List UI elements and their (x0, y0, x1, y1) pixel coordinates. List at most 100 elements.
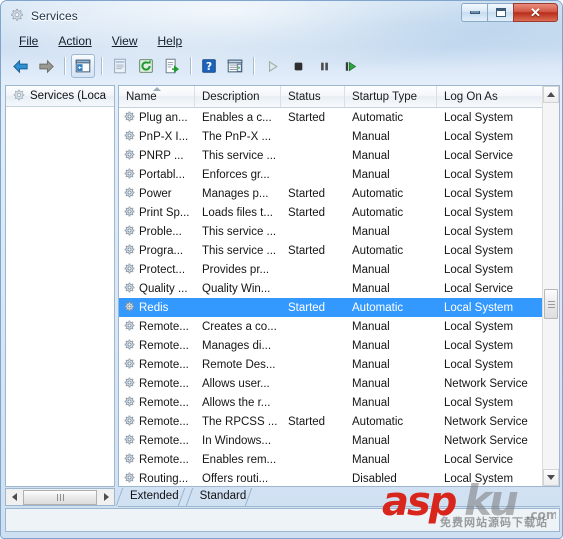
menu-help[interactable]: Help (150, 33, 193, 50)
show-action-pane-icon[interactable] (223, 54, 247, 78)
scroll-thumb[interactable] (544, 289, 558, 319)
list-column-headers: Name Description Status Startup Type Log… (119, 86, 559, 108)
cell-logon: Local System (444, 396, 514, 409)
cell-startup: Manual (352, 358, 390, 371)
tree-body[interactable] (6, 107, 114, 486)
view-tabs: Extended Standard (118, 488, 560, 507)
cell-desc: Creates a co... (202, 320, 277, 333)
cell-logon: Local System (444, 301, 514, 314)
start-service-icon[interactable] (260, 54, 284, 78)
table-row[interactable]: Proble... This service ... Manual Local Sys… (119, 222, 559, 241)
menu-help-label: Help (157, 33, 183, 48)
minimize-button[interactable] (461, 3, 488, 22)
scroll-left-button[interactable] (6, 489, 22, 505)
services-gear-icon (12, 89, 26, 103)
export-list-icon[interactable] (160, 54, 184, 78)
tab-standard[interactable]: Standard (188, 488, 256, 506)
table-row[interactable]: Remote... In Windows... Manual Network Serv… (119, 431, 559, 450)
scroll-track[interactable] (543, 103, 559, 469)
column-header-description[interactable]: Description (195, 86, 281, 107)
properties-icon[interactable] (108, 54, 132, 78)
cell-name-label: Print Sp... (139, 206, 190, 219)
menu-action-label: Action (58, 33, 92, 48)
cell-name: Remote... (119, 434, 195, 447)
maximize-button[interactable] (487, 3, 514, 22)
restart-service-icon[interactable] (338, 54, 362, 78)
table-row[interactable]: Portabl... Enforces gr... Manual Local Syst… (119, 165, 559, 184)
table-row[interactable]: PNRP ... This service ... Manual Local Serv… (119, 146, 559, 165)
table-row[interactable]: Redis Started Automatic Local System (119, 298, 559, 317)
toolbar-separator-4 (253, 57, 254, 75)
cell-logon: Local System (444, 472, 514, 485)
cell-name: Remote... (119, 339, 195, 352)
table-row[interactable]: Remote... The RPCSS ... Started Automatic Ne… (119, 412, 559, 431)
tree-root-item[interactable]: Services (Loca (6, 86, 114, 107)
table-row[interactable]: Remote... Manages di... Manual Local System (119, 336, 559, 355)
close-icon: ✕ (530, 5, 541, 20)
table-row[interactable]: Remote... Allows user... Manual Network Ser… (119, 374, 559, 393)
table-row[interactable]: Plug an... Enables a c... Started Automatic… (119, 108, 559, 127)
table-row[interactable]: Progra... This service ... Started Automati… (119, 241, 559, 260)
cell-logon: Local System (444, 168, 514, 181)
stop-service-icon[interactable] (286, 54, 310, 78)
scroll-right-button[interactable] (98, 489, 114, 505)
hscroll-grip-icon (56, 493, 65, 501)
close-button[interactable]: ✕ (513, 3, 558, 22)
cell-startup: Manual (352, 130, 390, 143)
forward-icon[interactable] (34, 54, 58, 78)
cell-name: Routing... (119, 472, 195, 485)
cell-startup: Automatic (352, 301, 404, 314)
table-row[interactable]: PnP-X I... The PnP-X ... Manual Local Syste… (119, 127, 559, 146)
cell-name-label: Remote... (139, 453, 189, 466)
tab-extended[interactable]: Extended (118, 488, 188, 506)
cell-name: Progra... (119, 244, 195, 257)
column-header-log-on-as[interactable]: Log On As (437, 86, 541, 107)
cell-logon: Local System (444, 130, 514, 143)
toolbar-separator-2 (101, 57, 102, 75)
menu-file[interactable]: File (11, 33, 48, 50)
service-gear-icon (123, 168, 136, 181)
cell-logon: Local System (444, 187, 514, 200)
menu-view[interactable]: View (104, 33, 148, 50)
cell-name: Remote... (119, 377, 195, 390)
cell-desc: Offers routi... (202, 472, 269, 485)
cell-status: Started (288, 187, 326, 200)
services-list-rows: Plug an... Enables a c... Started Automatic… (119, 108, 559, 486)
cell-startup: Manual (352, 339, 390, 352)
cell-logon: Local System (444, 111, 514, 124)
table-row[interactable]: Remote... Creates a co... Manual Local Syst… (119, 317, 559, 336)
tree-horizontal-scrollbar[interactable] (5, 488, 115, 506)
cell-name-label: Remote... (139, 339, 189, 352)
list-vertical-scrollbar[interactable] (542, 86, 559, 486)
table-row[interactable]: Remote... Remote Des... Manual Local System (119, 355, 559, 374)
scroll-down-button[interactable] (543, 469, 559, 486)
table-row[interactable]: Protect... Provides pr... Manual Local Syst… (119, 260, 559, 279)
cell-desc: This service ... (202, 225, 277, 238)
cell-logon: Local Service (444, 149, 514, 162)
menu-action[interactable]: Action (50, 33, 101, 50)
pause-service-icon[interactable] (312, 54, 336, 78)
table-row[interactable]: Print Sp... Loads files t... Started Automa… (119, 203, 559, 222)
cell-name: Remote... (119, 415, 195, 428)
column-header-name[interactable]: Name (119, 86, 195, 107)
cell-name: Power (119, 187, 195, 200)
back-icon[interactable] (8, 54, 32, 78)
hscroll-thumb[interactable] (23, 489, 97, 505)
service-gear-icon (123, 206, 136, 219)
column-header-startup-type[interactable]: Startup Type (345, 86, 437, 107)
refresh-icon[interactable] (134, 54, 158, 78)
cell-name: Quality ... (119, 282, 195, 295)
table-row[interactable]: Power Manages p... Started Automatic Local S… (119, 184, 559, 203)
show-hide-tree-icon[interactable] (71, 54, 95, 78)
table-row[interactable]: Quality ... Quality Win... Manual Local Ser… (119, 279, 559, 298)
cell-name: Portabl... (119, 168, 195, 181)
cell-startup: Manual (352, 168, 390, 181)
column-header-status[interactable]: Status (281, 86, 345, 107)
help-icon[interactable]: ? (197, 54, 221, 78)
table-row[interactable]: Remote... Enables rem... Manual Local Servi… (119, 450, 559, 469)
services-window: Services ✕ File Action View Help ? Servi… (0, 0, 563, 539)
scroll-up-button[interactable] (543, 86, 559, 103)
table-row[interactable]: Routing... Offers routi... Disabled Local S… (119, 469, 559, 486)
table-row[interactable]: Remote... Allows the r... Manual Local Syst… (119, 393, 559, 412)
cell-startup: Manual (352, 396, 390, 409)
